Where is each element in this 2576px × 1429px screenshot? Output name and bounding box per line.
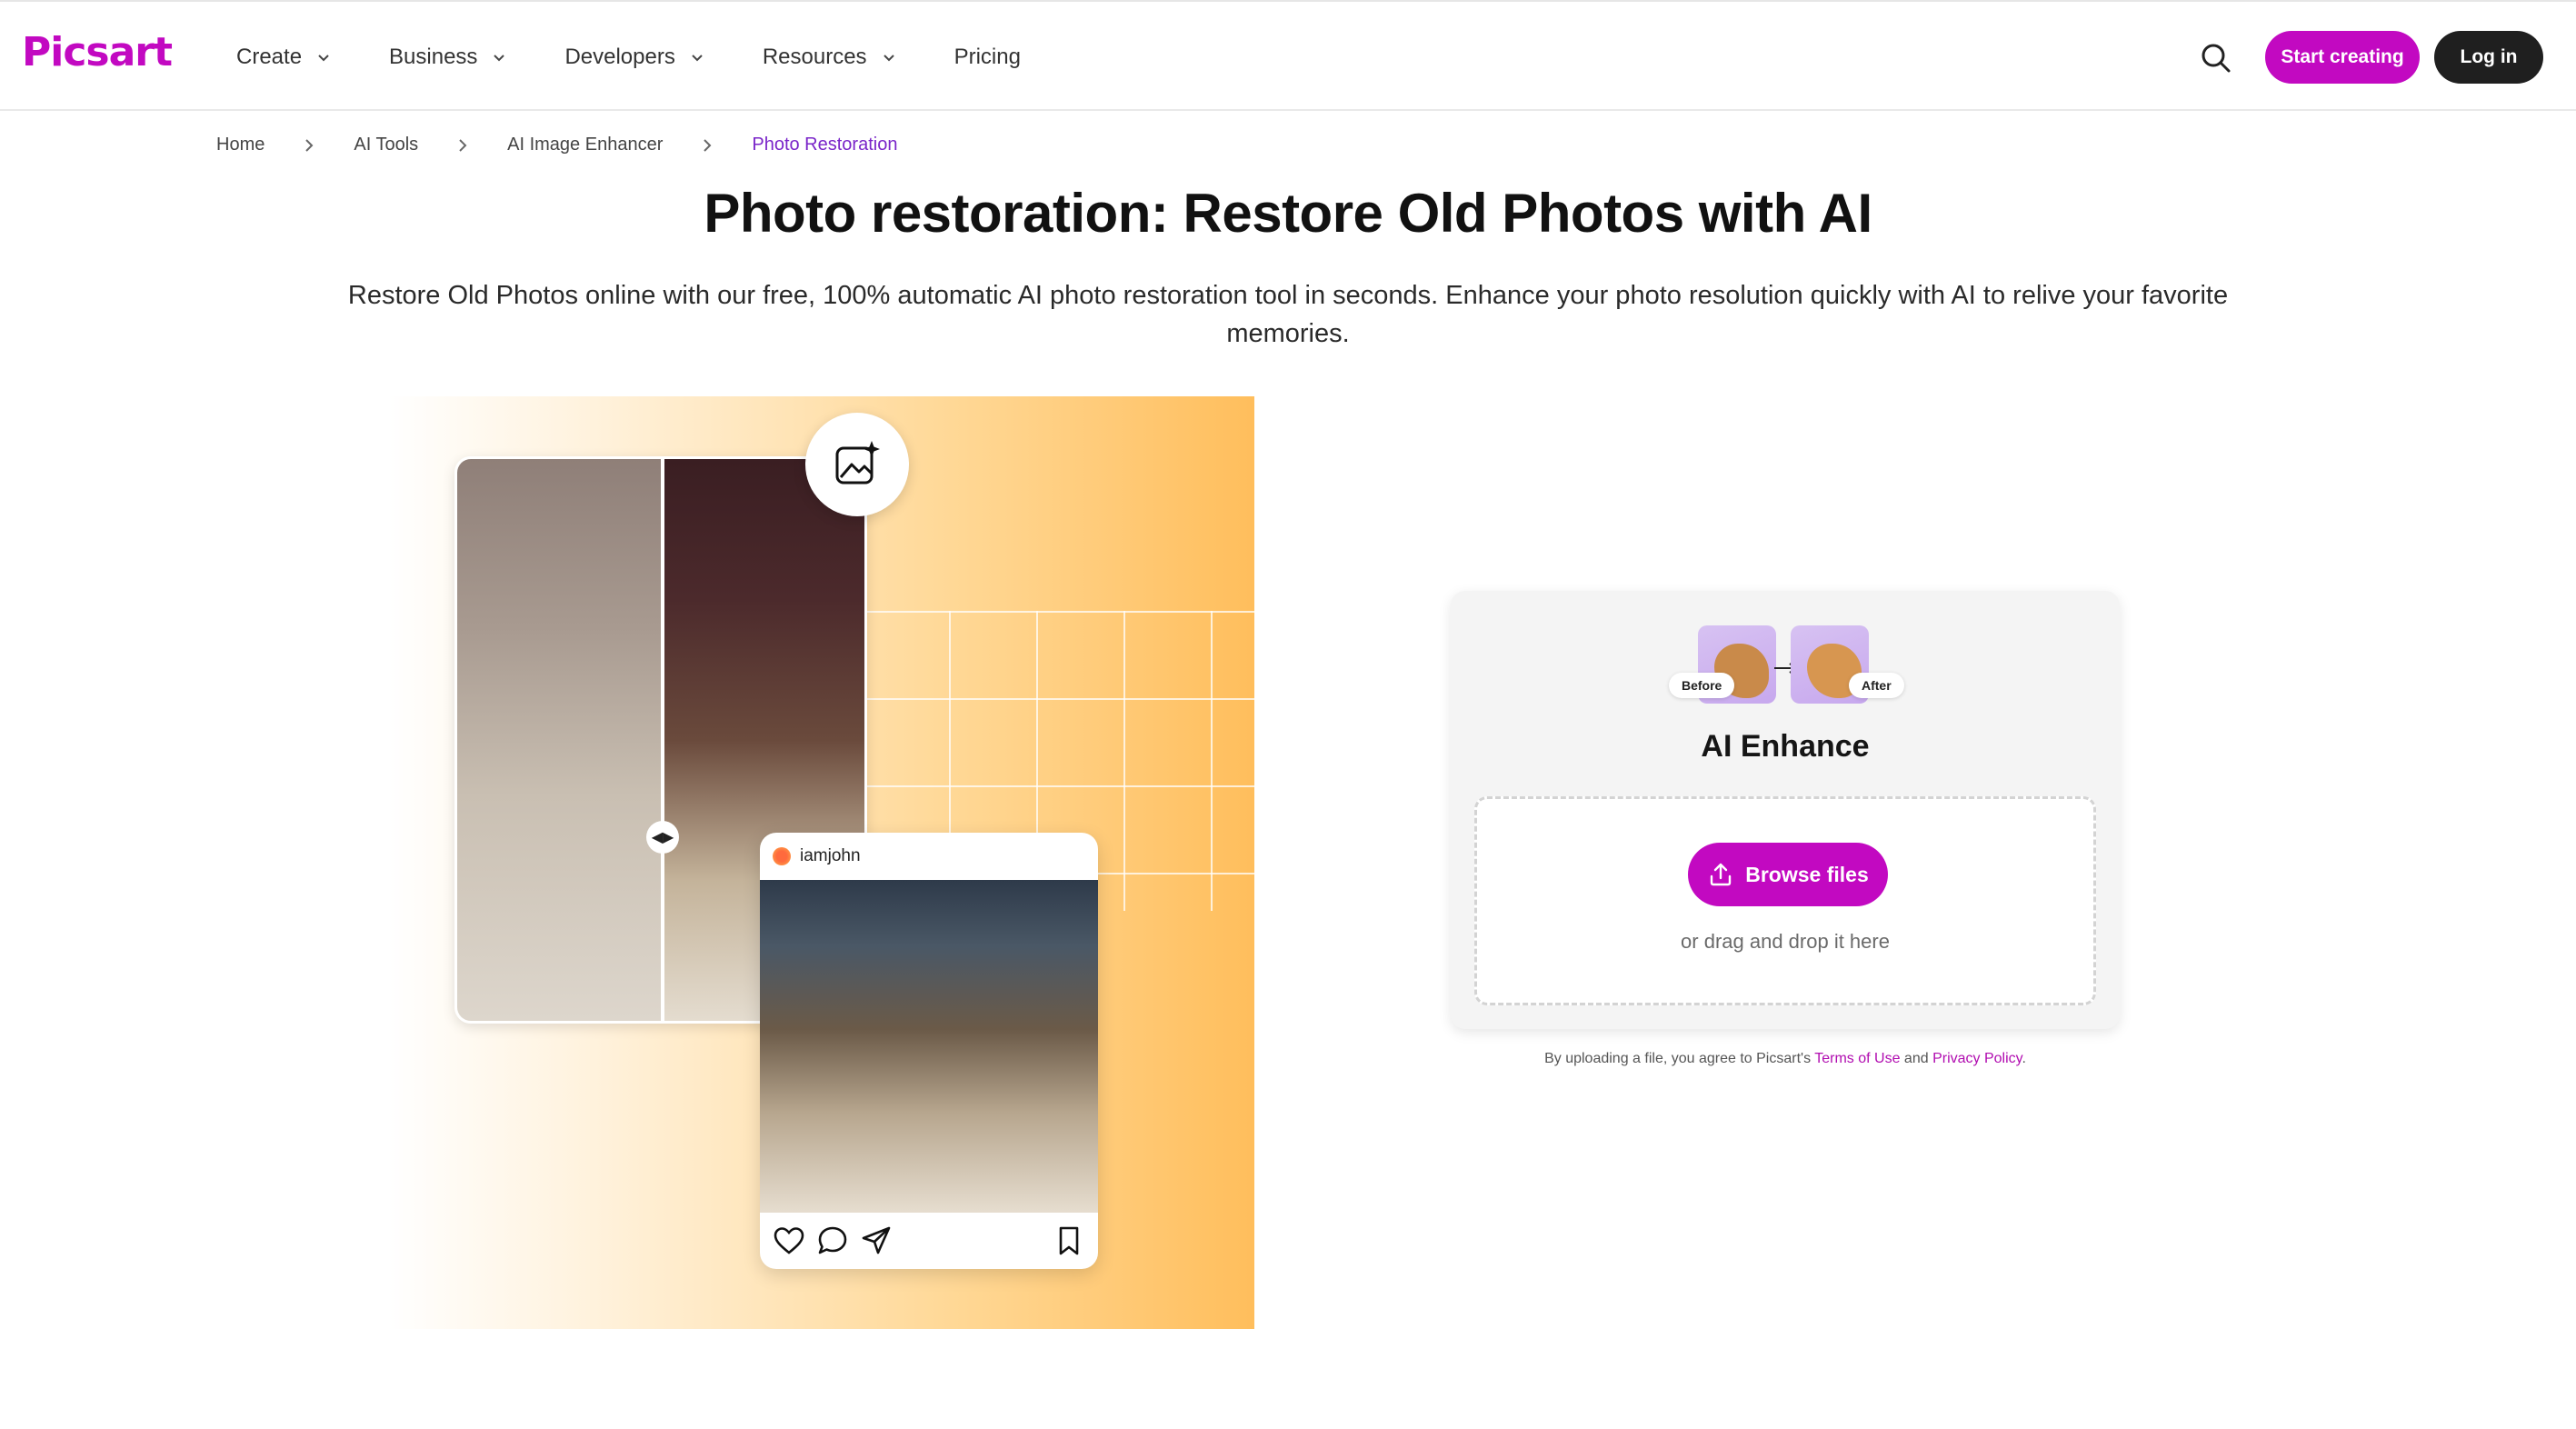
terms-prefix: By uploading a file, you agree to Picsar… bbox=[1544, 1051, 1815, 1066]
before-label: Before bbox=[1669, 673, 1735, 698]
breadcrumb-home[interactable]: Home bbox=[216, 135, 265, 155]
breadcrumb-photo-restoration: Photo Restoration bbox=[752, 135, 898, 155]
nav-item-developers[interactable]: Developers bbox=[564, 45, 705, 70]
browse-files-label: Browse files bbox=[1745, 862, 1869, 886]
log-in-button[interactable]: Log in bbox=[2434, 31, 2543, 84]
chevron-right-icon bbox=[704, 138, 712, 152]
nav-item-create[interactable]: Create bbox=[236, 45, 333, 70]
chevron-right-icon bbox=[305, 138, 314, 152]
bookmark-icon bbox=[1059, 1226, 1079, 1255]
top-navigation-bar: Picsart Create Business Developers Resou… bbox=[0, 0, 2576, 111]
terms-mid: and bbox=[1900, 1051, 1933, 1066]
compare-divider bbox=[661, 459, 664, 1021]
post-actions bbox=[760, 1213, 1098, 1269]
hero-illustration: ◀▶ iamjohn bbox=[389, 396, 1254, 1329]
nav-item-label: Developers bbox=[564, 45, 675, 69]
old-photo-half bbox=[457, 459, 663, 1021]
page-subtitle: Restore Old Photos online with our free,… bbox=[347, 281, 2229, 348]
ai-enhance-upload-card: Before After AI Enhance Browse files or … bbox=[1451, 591, 2120, 1029]
social-post-card: iamjohn bbox=[760, 833, 1098, 1269]
nav-item-label: Create bbox=[236, 45, 303, 69]
nav-item-label: Business bbox=[389, 45, 478, 69]
avatar bbox=[773, 847, 791, 865]
chevron-down-icon bbox=[883, 55, 894, 62]
breadcrumb-ai-tools[interactable]: AI Tools bbox=[354, 135, 418, 155]
terms-suffix: . bbox=[2022, 1051, 2026, 1066]
nav-item-pricing[interactable]: Pricing bbox=[954, 45, 1021, 70]
before-after-preview: Before After bbox=[1451, 625, 2120, 709]
after-label: After bbox=[1849, 673, 1904, 698]
post-photo bbox=[760, 880, 1098, 1213]
heart-icon bbox=[774, 1227, 804, 1254]
send-icon bbox=[862, 1226, 891, 1254]
upload-icon bbox=[1711, 863, 1732, 886]
search-icon[interactable] bbox=[2198, 40, 2234, 76]
browse-files-button[interactable]: Browse files bbox=[1688, 843, 1888, 906]
breadcrumb-ai-image-enhancer[interactable]: AI Image Enhancer bbox=[507, 135, 663, 155]
page-title: Photo restoration: Restore Old Photos wi… bbox=[704, 183, 1872, 244]
terms-notice: By uploading a file, you agree to Picsar… bbox=[1451, 1051, 2120, 1067]
compare-handle-icon[interactable]: ◀▶ bbox=[646, 821, 679, 854]
drop-hint: or drag and drop it here bbox=[1681, 930, 1890, 953]
chevron-down-icon bbox=[692, 55, 703, 62]
picsart-logo[interactable]: Picsart bbox=[22, 29, 173, 75]
nav-item-label: Pricing bbox=[954, 45, 1021, 69]
nav-item-business[interactable]: Business bbox=[389, 45, 508, 70]
privacy-policy-link[interactable]: Privacy Policy bbox=[1932, 1051, 2022, 1066]
start-creating-button[interactable]: Start creating bbox=[2265, 31, 2420, 84]
image-sparkle-icon bbox=[805, 413, 909, 516]
terms-of-use-link[interactable]: Terms of Use bbox=[1814, 1051, 1900, 1066]
main-nav: Create Business Developers Resources Pri… bbox=[236, 2, 1077, 113]
chevron-right-icon bbox=[459, 138, 467, 152]
nav-item-resources[interactable]: Resources bbox=[763, 45, 898, 70]
comment-icon bbox=[818, 1226, 847, 1254]
upload-card-title: AI Enhance bbox=[1701, 729, 1870, 764]
nav-item-label: Resources bbox=[762, 45, 867, 69]
chevron-down-icon bbox=[494, 55, 505, 62]
chevron-down-icon bbox=[318, 55, 329, 62]
file-dropzone[interactable]: Browse files or drag and drop it here bbox=[1474, 796, 2096, 1005]
breadcrumb: Home AI Tools AI Image Enhancer Photo Re… bbox=[216, 135, 897, 155]
post-username: iamjohn bbox=[800, 846, 861, 865]
post-header: iamjohn bbox=[760, 833, 1098, 880]
